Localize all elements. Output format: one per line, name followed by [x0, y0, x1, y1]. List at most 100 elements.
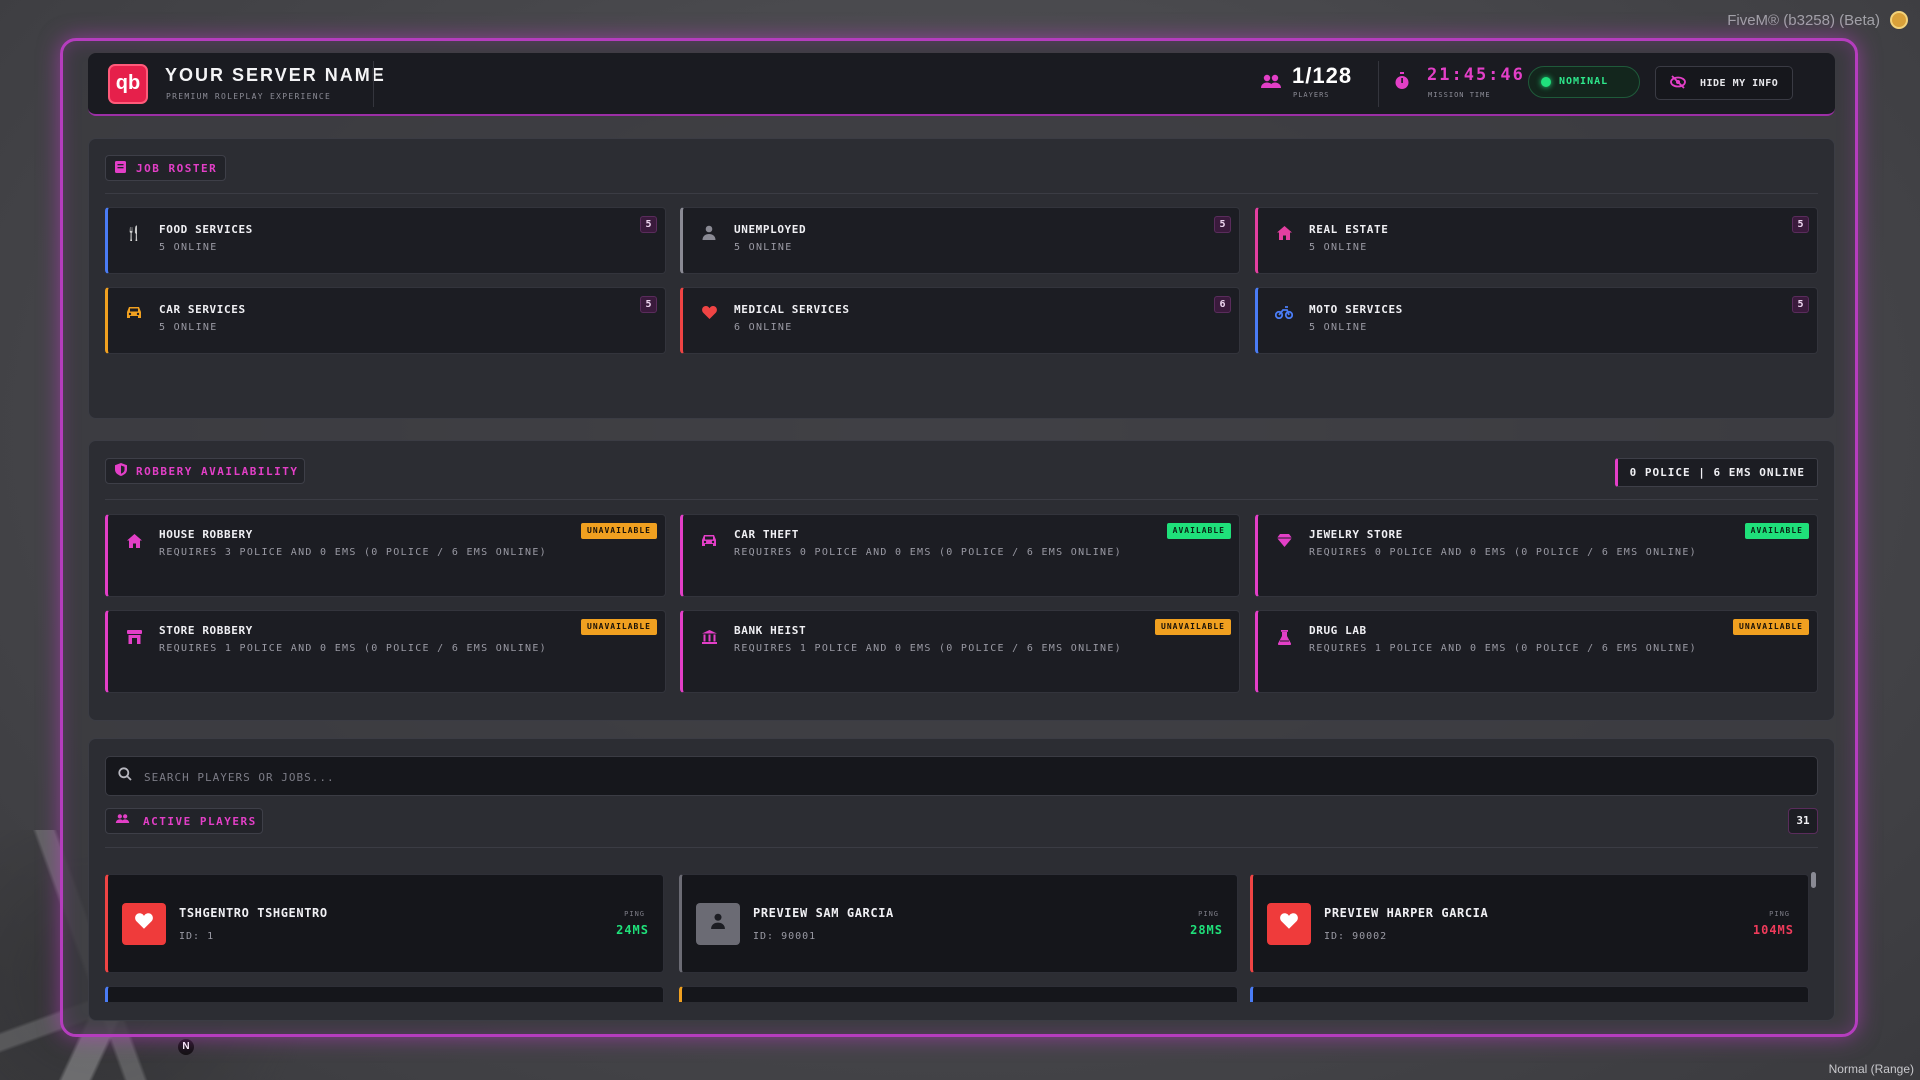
job-card-real-estate[interactable]: REAL ESTATE 5 ONLINE 5 — [1255, 207, 1818, 274]
job-online-count: 5 ONLINE — [1309, 322, 1368, 333]
job-card-unemployed[interactable]: UNEMPLOYED 5 ONLINE 5 — [680, 207, 1240, 274]
robbery-requirement: REQUIRES 3 POLICE AND 0 EMS (0 POLICE / … — [159, 547, 547, 558]
player-card[interactable] — [105, 986, 664, 1002]
job-card-medical-services[interactable]: MEDICAL SERVICES 6 ONLINE 6 — [680, 287, 1240, 354]
shield-icon — [115, 463, 127, 479]
flask-icon — [1274, 630, 1294, 649]
robbery-status-badge: AVAILABLE — [1744, 523, 1809, 539]
job-roster-panel: JOB ROSTER 🍴 FOOD SERVICES 5 ONLINE 5 UN… — [88, 138, 1835, 419]
robbery-name: JEWELRY STORE — [1309, 528, 1403, 541]
job-name: FOOD SERVICES — [159, 223, 253, 236]
robbery-availability-heading: ROBBERY AVAILABILITY — [105, 458, 305, 484]
stopwatch-icon — [1394, 72, 1410, 94]
bank-icon — [699, 630, 719, 648]
robbery-availability-panel: ROBBERY AVAILABILITY 0 POLICE | 6 EMS ON… — [88, 440, 1835, 721]
server-tagline: PREMIUM ROLEPLAY EXPERIENCE — [166, 92, 332, 101]
robbery-card-car-theft[interactable]: CAR THEFT REQUIRES 0 POLICE AND 0 EMS (0… — [680, 514, 1240, 597]
police-ems-online-badge: 0 POLICE | 6 EMS ONLINE — [1614, 458, 1818, 487]
hide-my-info-button[interactable]: HIDE MY INFO — [1655, 66, 1793, 100]
job-count-badge: 5 — [1792, 296, 1809, 313]
players-label: PLAYERS — [1293, 91, 1330, 99]
house-icon — [1274, 226, 1294, 244]
car-icon — [124, 306, 144, 323]
players-count: 1/128 — [1292, 63, 1353, 88]
player-card[interactable]: PREVIEW SAM GARCIA ID: 90001 PING 28MS — [679, 874, 1238, 973]
job-roster-title: JOB ROSTER — [136, 162, 218, 175]
job-card-car-services[interactable]: CAR SERVICES 5 ONLINE 5 — [105, 287, 666, 354]
robbery-status-badge: UNAVAILABLE — [581, 619, 657, 635]
player-ping: 24MS — [616, 923, 649, 937]
hide-my-info-label: HIDE MY INFO — [1700, 78, 1779, 89]
player-card[interactable] — [679, 986, 1238, 1002]
mission-time-label: MISSION TIME — [1428, 91, 1491, 99]
player-id: ID: 1 — [179, 931, 215, 942]
player-name: TSHGENTRO TSHGENTRO — [179, 906, 328, 920]
server-name: YOUR SERVER NAME — [165, 65, 386, 85]
robbery-card-drug-lab[interactable]: DRUG LAB REQUIRES 1 POLICE AND 0 EMS (0 … — [1255, 610, 1818, 693]
job-name: MEDICAL SERVICES — [734, 303, 850, 316]
mission-time: 21:45:46 — [1427, 65, 1525, 85]
robbery-requirement: REQUIRES 1 POLICE AND 0 EMS (0 POLICE / … — [734, 643, 1122, 654]
job-roster-heading: JOB ROSTER — [105, 155, 226, 181]
ping-label: PING — [624, 910, 645, 918]
heart-icon — [122, 903, 166, 945]
utensils-icon: 🍴 — [125, 226, 143, 242]
ping-label: PING — [1198, 910, 1219, 918]
scoreboard-window: qb YOUR SERVER NAME PREMIUM ROLEPLAY EXP… — [60, 38, 1858, 1037]
search-icon — [118, 767, 132, 785]
clipboard-icon — [115, 160, 126, 176]
robbery-requirement: REQUIRES 0 POLICE AND 0 EMS (0 POLICE / … — [1309, 547, 1697, 558]
compass-north-icon: N — [178, 1039, 194, 1055]
player-search-box[interactable] — [105, 756, 1818, 797]
robbery-requirement: REQUIRES 1 POLICE AND 0 EMS (0 POLICE / … — [1309, 643, 1697, 654]
active-players-panel: ACTIVE PLAYERS 31 TSHGENTRO TSHGENTRO ID… — [88, 738, 1835, 1021]
job-count-badge: 5 — [640, 296, 657, 313]
job-card-food-services[interactable]: 🍴 FOOD SERVICES 5 ONLINE 5 — [105, 207, 666, 274]
ping-label: PING — [1769, 910, 1790, 918]
scoreboard-header: qb YOUR SERVER NAME PREMIUM ROLEPLAY EXP… — [88, 53, 1835, 116]
player-card[interactable]: PREVIEW HARPER GARCIA ID: 90002 PING 104… — [1250, 874, 1809, 973]
job-count-badge: 5 — [1214, 216, 1231, 233]
players-scrollbar[interactable] — [1811, 872, 1816, 888]
divider — [105, 193, 1818, 194]
search-input[interactable] — [142, 757, 1786, 797]
house-icon — [124, 534, 144, 552]
job-online-count: 5 ONLINE — [734, 242, 793, 253]
job-online-count: 5 ONLINE — [159, 242, 218, 253]
gem-icon — [1274, 534, 1294, 551]
player-name: PREVIEW HARPER GARCIA — [1324, 906, 1489, 920]
fivem-logo-icon — [1890, 11, 1908, 29]
job-name: MOTO SERVICES — [1309, 303, 1403, 316]
player-id: ID: 90002 — [1324, 931, 1388, 942]
person-icon — [699, 225, 719, 244]
job-name: REAL ESTATE — [1309, 223, 1389, 236]
job-online-count: 5 ONLINE — [159, 322, 218, 333]
active-players-heading: ACTIVE PLAYERS — [105, 808, 263, 834]
job-card-moto-services[interactable]: MOTO SERVICES 5 ONLINE 5 — [1255, 287, 1818, 354]
job-name: CAR SERVICES — [159, 303, 246, 316]
person-icon — [696, 903, 740, 945]
job-count-badge: 5 — [1792, 216, 1809, 233]
active-players-title: ACTIVE PLAYERS — [143, 815, 257, 828]
robbery-card-store-robbery[interactable]: STORE ROBBERY REQUIRES 1 POLICE AND 0 EM… — [105, 610, 666, 693]
heart-icon — [1267, 903, 1311, 945]
divider — [105, 847, 1818, 848]
car-icon — [699, 534, 719, 551]
robbery-card-bank-heist[interactable]: BANK HEIST REQUIRES 1 POLICE AND 0 EMS (… — [680, 610, 1240, 693]
player-total-badge: 31 — [1788, 808, 1818, 834]
header-divider — [373, 61, 374, 107]
player-id: ID: 90001 — [753, 931, 817, 942]
robbery-card-jewelry-store[interactable]: JEWELRY STORE REQUIRES 0 POLICE AND 0 EM… — [1255, 514, 1818, 597]
status-dot-icon — [1541, 77, 1551, 87]
robbery-name: CAR THEFT — [734, 528, 800, 541]
player-card[interactable] — [1250, 986, 1809, 1002]
users-icon — [115, 813, 130, 828]
server-logo: qb — [108, 64, 148, 104]
users-icon — [1260, 73, 1282, 95]
voice-mode-label: Normal (Range) — [1828, 1062, 1914, 1076]
job-online-count: 6 ONLINE — [734, 322, 793, 333]
robbery-card-house-robbery[interactable]: HOUSE ROBBERY REQUIRES 3 POLICE AND 0 EM… — [105, 514, 666, 597]
robbery-requirement: REQUIRES 0 POLICE AND 0 EMS (0 POLICE / … — [734, 547, 1122, 558]
player-card[interactable]: TSHGENTRO TSHGENTRO ID: 1 PING 24MS — [105, 874, 664, 973]
player-ping: 104MS — [1752, 923, 1794, 937]
